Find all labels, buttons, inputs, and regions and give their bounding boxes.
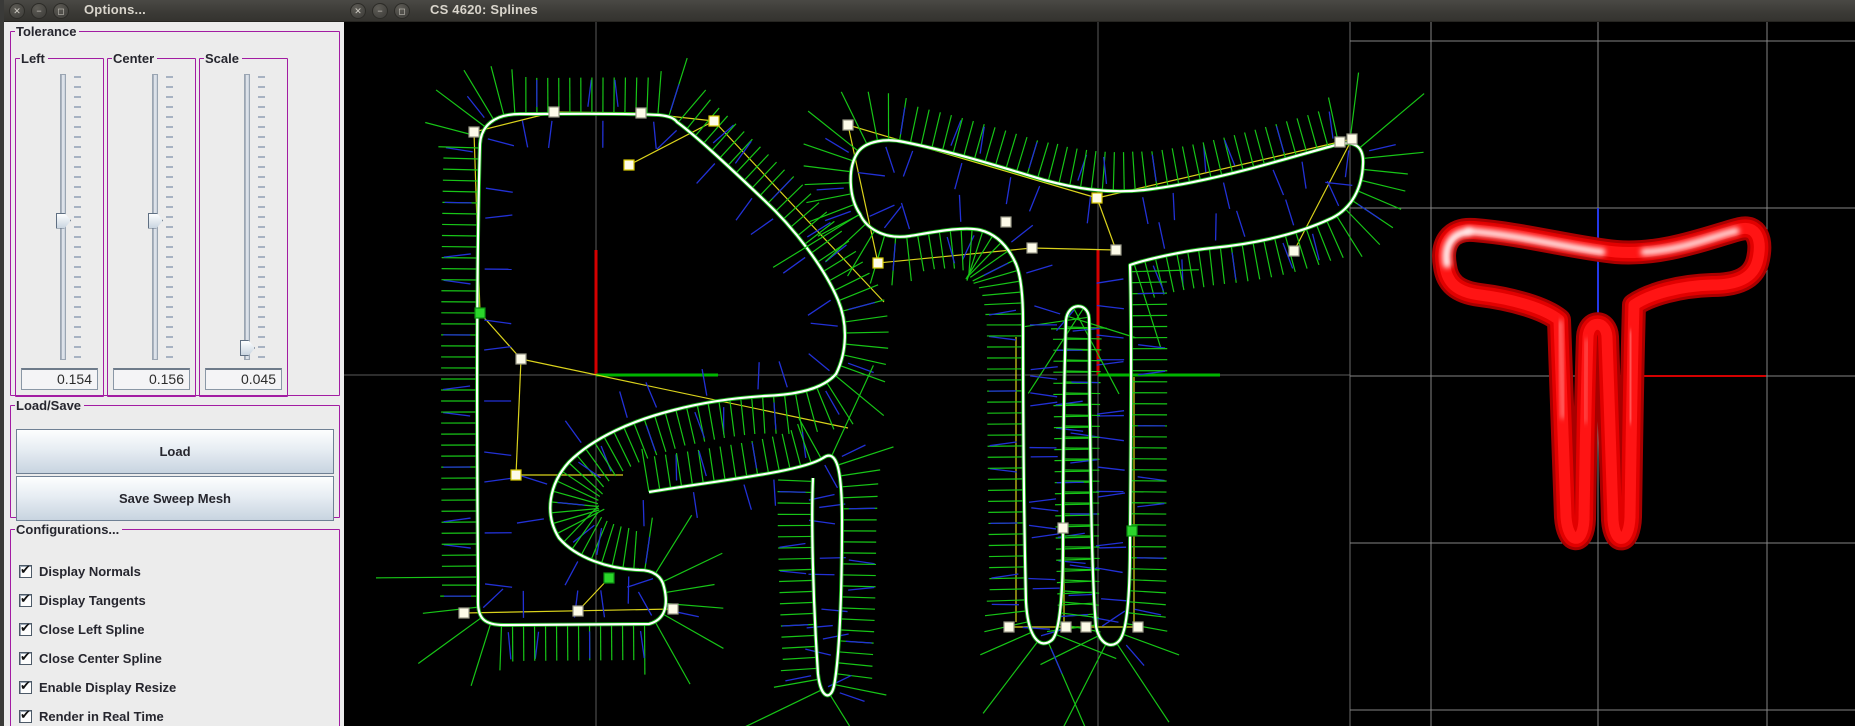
checkbox-render-in-real-time[interactable]: Render in Real Time (19, 708, 164, 724)
center-value-field[interactable]: 0.156 (113, 368, 190, 390)
save-sweep-mesh-button[interactable]: Save Sweep Mesh (16, 476, 334, 521)
splines-window-title: CS 4620: Splines (430, 2, 538, 17)
maximize-icon[interactable]: ◻ (394, 3, 410, 19)
close-icon[interactable]: ✕ (9, 3, 25, 19)
configurations-group-title: Configurations... (15, 522, 122, 537)
checkbox-display-tangents[interactable]: Display Tangents (19, 592, 146, 608)
minimize-icon[interactable]: − (31, 3, 47, 19)
scale-value-field[interactable]: 0.045 (205, 368, 282, 390)
scale-slider-label: Scale (204, 51, 242, 66)
splines-window: ✕ − ◻ CS 4620: Splines (344, 0, 1855, 726)
checkbox-icon[interactable] (19, 710, 32, 723)
checkbox-close-center-spline[interactable]: Close Center Spline (19, 650, 162, 666)
spline-editor-canvas[interactable] (344, 22, 1855, 726)
scale-slider-track[interactable] (244, 74, 250, 360)
left-slider-label: Left (20, 51, 48, 66)
center-slider-ticks (166, 76, 173, 360)
load-save-group: Load/Save Load Save Sweep Mesh (10, 398, 340, 518)
close-icon[interactable]: ✕ (350, 3, 366, 19)
options-titlebar[interactable]: ✕ − ◻ Options... (4, 0, 344, 22)
left-slider-ticks (74, 76, 81, 360)
configurations-group: Configurations... Display Normals Displa… (10, 522, 340, 726)
center-slider-group: Center 0.156 (107, 51, 196, 397)
scale-slider-thumb[interactable] (240, 340, 255, 356)
checkbox-icon[interactable] (19, 623, 32, 636)
checkbox-enable-display-resize[interactable]: Enable Display Resize (19, 679, 176, 695)
left-slider-thumb[interactable] (56, 213, 71, 229)
checkbox-close-left-spline[interactable]: Close Left Spline (19, 621, 144, 637)
load-save-group-title: Load/Save (15, 398, 84, 413)
left-slider-group: Left 0.154 (15, 51, 104, 397)
center-slider-thumb[interactable] (148, 213, 163, 229)
options-window-title: Options... (84, 2, 146, 17)
checkbox-icon[interactable] (19, 652, 32, 665)
center-slider-label: Center (112, 51, 157, 66)
left-value-field[interactable]: 0.154 (21, 368, 98, 390)
scale-slider-group: Scale 0.045 (199, 51, 288, 397)
options-window: ✕ − ◻ Options... Tolerance Left 0.154 Ce… (0, 0, 344, 726)
load-button[interactable]: Load (16, 429, 334, 474)
tolerance-group-title: Tolerance (15, 24, 79, 39)
scale-slider-ticks (258, 76, 265, 360)
maximize-icon[interactable]: ◻ (53, 3, 69, 19)
checkbox-display-normals[interactable]: Display Normals (19, 563, 141, 579)
checkbox-icon[interactable] (19, 565, 32, 578)
minimize-icon[interactable]: − (372, 3, 388, 19)
splines-titlebar[interactable]: ✕ − ◻ CS 4620: Splines (344, 0, 1855, 22)
tolerance-group: Tolerance Left 0.154 Center 0.156 (10, 24, 340, 396)
checkbox-icon[interactable] (19, 681, 32, 694)
checkbox-icon[interactable] (19, 594, 32, 607)
